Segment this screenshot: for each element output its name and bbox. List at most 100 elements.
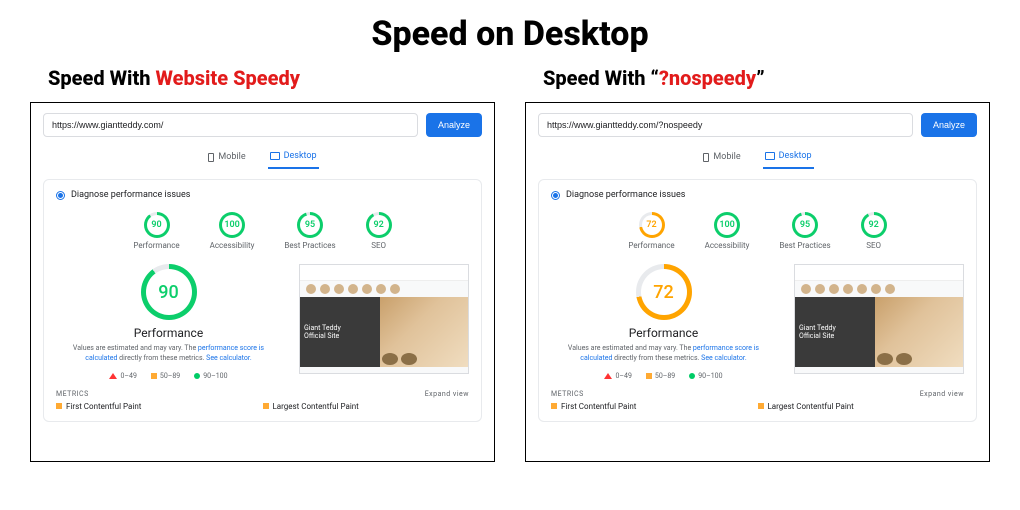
preview-header <box>795 265 963 281</box>
comparison-columns: Speed With Website Speedy Analyze Mobile… <box>0 62 1020 462</box>
score-label: Performance <box>133 241 179 250</box>
square-icon <box>56 403 62 409</box>
preview-text: Giant Teddy Official Site <box>300 297 380 367</box>
tab-mobile[interactable]: Mobile <box>206 147 247 169</box>
preview-line1: Giant Teddy <box>799 324 871 332</box>
legend-low-label: 0–49 <box>120 372 136 380</box>
score-gauge: 100 <box>219 212 245 238</box>
page-title: Speed on Desktop <box>0 0 1020 62</box>
score-item: 100Accessibility <box>705 212 750 250</box>
tab-mobile-label: Mobile <box>713 152 740 162</box>
score-item: 90 Performance <box>133 212 179 250</box>
preview-icons <box>795 281 963 297</box>
diagnose-label: Diagnose performance issues <box>566 190 685 200</box>
legend-low: 0–49 <box>604 372 631 380</box>
calculator-link[interactable]: See calculator. <box>206 354 252 362</box>
left-title-prefix: Speed With <box>48 66 156 90</box>
note-text: Values are estimated and may vary. The <box>73 344 198 352</box>
score-label: Accessibility <box>705 241 750 250</box>
metric-fcp: First Contentful Paint <box>56 402 263 411</box>
mobile-icon <box>208 153 214 162</box>
performance-label: Performance <box>629 326 698 340</box>
score-label: Best Practices <box>779 241 830 250</box>
url-input[interactable] <box>538 113 913 137</box>
legend-mid: 50–89 <box>646 372 675 380</box>
report-card: Diagnose performance issues 90 Performanc… <box>43 179 482 422</box>
legend-high-label: 90–100 <box>698 372 722 380</box>
legend-high: 90–100 <box>689 372 722 380</box>
circle-icon <box>194 373 200 379</box>
score-gauge: 92 <box>366 212 392 238</box>
url-input[interactable] <box>43 113 418 137</box>
note-text: Values are estimated and may vary. The <box>568 344 693 352</box>
legend-mid: 50–89 <box>151 372 180 380</box>
preview-header <box>300 265 468 281</box>
metric-label: Largest Contentful Paint <box>273 402 359 411</box>
metrics-row: First Contentful Paint Largest Contentfu… <box>56 402 469 411</box>
url-row: Analyze <box>43 113 482 137</box>
preview-line1: Giant Teddy <box>304 324 376 332</box>
device-tabs: Mobile Desktop <box>538 147 977 169</box>
performance-note: Values are estimated and may vary. The p… <box>564 344 764 364</box>
tab-desktop-label: Desktop <box>779 151 812 161</box>
preview-image <box>875 297 963 367</box>
preview-text: Giant Teddy Official Site <box>795 297 875 367</box>
preview-line2: Official Site <box>799 332 871 340</box>
preview-hero: Giant Teddy Official Site <box>300 297 468 367</box>
triangle-icon <box>604 373 612 379</box>
tab-desktop[interactable]: Desktop <box>763 147 814 169</box>
analyze-button[interactable]: Analyze <box>426 113 482 137</box>
note-text-2: directly from these metrics. <box>612 354 701 362</box>
diagnose-row[interactable]: Diagnose performance issues <box>551 190 964 200</box>
legend-mid-label: 50–89 <box>160 372 180 380</box>
left-panel: Analyze Mobile Desktop Diagnose performa… <box>30 102 495 462</box>
calculator-link[interactable]: See calculator. <box>701 354 747 362</box>
metrics-title: METRICS <box>56 390 89 398</box>
device-tabs: Mobile Desktop <box>43 147 482 169</box>
tab-mobile-label: Mobile <box>218 152 245 162</box>
report-card: Diagnose performance issues 72Performanc… <box>538 179 977 422</box>
score-item: 92SEO <box>861 212 887 250</box>
left-column: Speed With Website Speedy Analyze Mobile… <box>30 62 495 462</box>
mobile-icon <box>703 153 709 162</box>
score-row: 72Performance100Accessibility95Best Prac… <box>551 212 964 250</box>
score-row: 90Performance100Accessibility95Best Prac… <box>56 212 469 250</box>
right-title-highlight: ?nospeedy <box>659 66 756 90</box>
score-legend: 0–49 50–89 90–100 <box>109 372 227 380</box>
diagnose-row[interactable]: Diagnose performance issues <box>56 190 469 200</box>
metric-label: First Contentful Paint <box>561 402 636 411</box>
site-preview: Giant Teddy Official Site <box>299 264 469 374</box>
expand-view-link[interactable]: Expand view <box>920 390 964 398</box>
performance-block: 90 Performance Values are estimated and … <box>56 264 281 380</box>
square-icon <box>151 373 157 379</box>
score-label: Accessibility <box>210 241 255 250</box>
performance-block: 72 Performance Values are estimated and … <box>551 264 776 380</box>
tab-mobile[interactable]: Mobile <box>701 147 742 169</box>
score-gauge: 90 <box>144 212 170 238</box>
expand-view-link[interactable]: Expand view <box>425 390 469 398</box>
desktop-icon <box>270 152 280 160</box>
score-legend: 0–49 50–89 90–100 <box>604 372 722 380</box>
performance-label: Performance <box>134 326 203 340</box>
score-label: Performance <box>628 241 674 250</box>
metric-lcp: Largest Contentful Paint <box>758 402 965 411</box>
tab-desktop-label: Desktop <box>284 151 317 161</box>
metric-fcp: First Contentful Paint <box>551 402 758 411</box>
legend-mid-label: 50–89 <box>655 372 675 380</box>
desktop-icon <box>765 152 775 160</box>
main-row: 90 Performance Values are estimated and … <box>56 264 469 380</box>
main-row: 72 Performance Values are estimated and … <box>551 264 964 380</box>
tab-desktop[interactable]: Desktop <box>268 147 319 169</box>
left-title-highlight: Website Speedy <box>156 66 300 90</box>
preview-icons <box>300 281 468 297</box>
left-col-title: Speed With Website Speedy <box>30 62 495 102</box>
diagnose-label: Diagnose performance issues <box>71 190 190 200</box>
radio-icon <box>551 191 560 200</box>
analyze-button[interactable]: Analyze <box>921 113 977 137</box>
legend-low: 0–49 <box>109 372 136 380</box>
score-label: SEO <box>371 241 386 250</box>
metrics-title: METRICS <box>551 390 584 398</box>
legend-high: 90–100 <box>194 372 227 380</box>
legend-high-label: 90–100 <box>203 372 227 380</box>
score-label: Best Practices <box>284 241 335 250</box>
